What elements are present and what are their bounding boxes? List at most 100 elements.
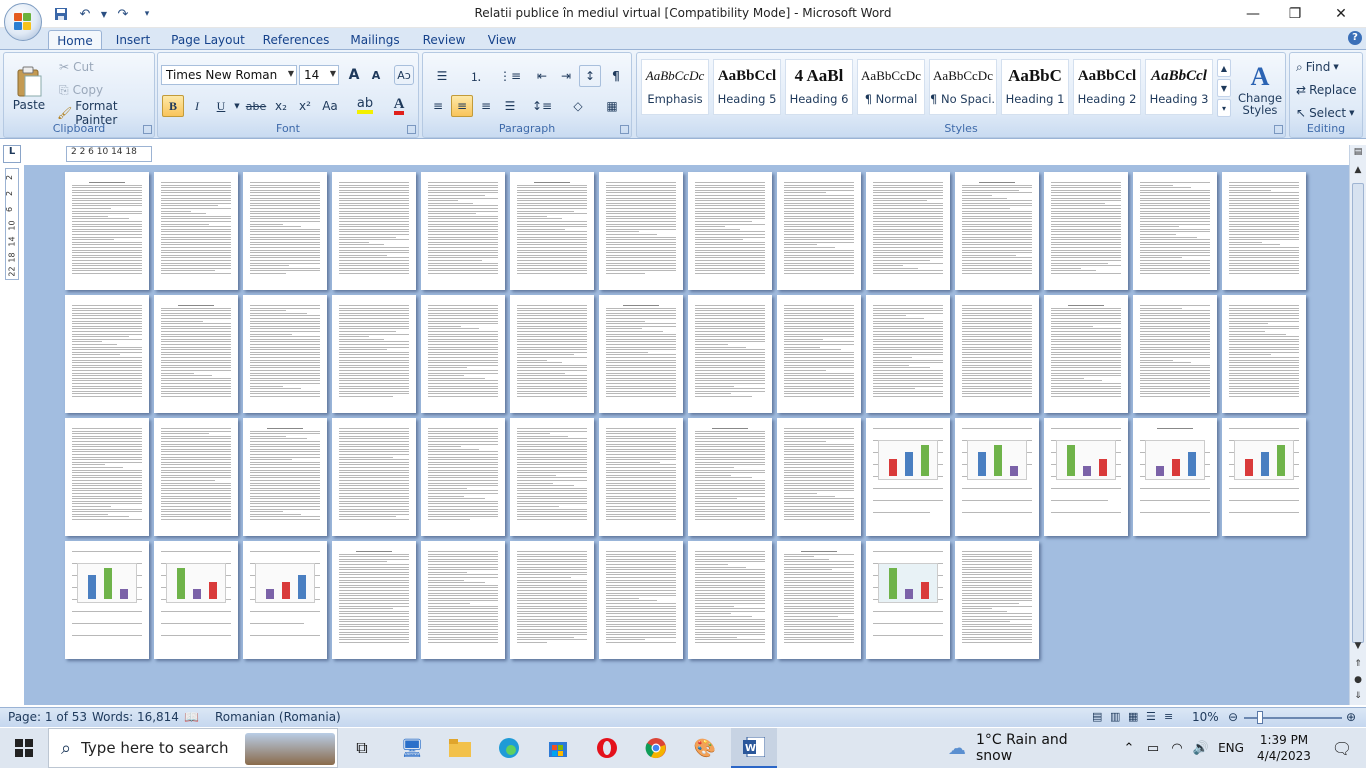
- style-heading-2[interactable]: AaBbCcl Heading 2: [1073, 59, 1141, 115]
- show-marks-icon[interactable]: ¶: [605, 65, 627, 87]
- tab-review[interactable]: Review: [418, 30, 470, 50]
- page-thumbnail[interactable]: [332, 172, 416, 290]
- page-thumbnail[interactable]: [777, 172, 861, 290]
- draft-icon[interactable]: ≡: [1164, 710, 1173, 723]
- tab-selector[interactable]: L: [3, 145, 21, 163]
- align-center-icon[interactable]: ≡: [451, 95, 473, 117]
- weather-icon[interactable]: ☁: [940, 728, 974, 768]
- page-thumbnail[interactable]: [243, 541, 327, 659]
- page-thumbnail[interactable]: [1222, 172, 1306, 290]
- page-thumbnail[interactable]: [777, 541, 861, 659]
- paste-button[interactable]: Paste: [8, 57, 50, 121]
- decrease-indent-icon[interactable]: ⇤: [531, 65, 553, 87]
- page-thumbnail[interactable]: [332, 418, 416, 536]
- copy-button[interactable]: ⎘ Copy: [54, 80, 108, 100]
- task-view-icon[interactable]: ⧉: [342, 728, 382, 768]
- page-thumbnail[interactable]: [421, 172, 505, 290]
- page-thumbnail[interactable]: [866, 418, 950, 536]
- scroll-down-icon[interactable]: ▼: [1351, 641, 1365, 655]
- page-thumbnail[interactable]: [1044, 172, 1128, 290]
- page-thumbnail[interactable]: [65, 541, 149, 659]
- vertical-scrollbar[interactable]: ▤ ▲ ▼ ⇑ ● ⇓: [1349, 145, 1366, 705]
- minimize-button[interactable]: —: [1230, 0, 1276, 28]
- strikethrough-button[interactable]: abe: [244, 95, 268, 117]
- tab-page-layout[interactable]: Page Layout: [168, 30, 248, 50]
- font-size-combo[interactable]: 14 ▼: [299, 65, 339, 85]
- web-layout-icon[interactable]: ▦: [1128, 710, 1138, 723]
- page-thumbnail[interactable]: [955, 295, 1039, 413]
- align-right-icon[interactable]: ≡: [475, 95, 497, 117]
- page-thumbnail[interactable]: [510, 295, 594, 413]
- page-thumbnail[interactable]: [154, 541, 238, 659]
- page-thumbnail[interactable]: [599, 541, 683, 659]
- page-thumbnail[interactable]: [777, 418, 861, 536]
- zoom-level[interactable]: 10%: [1192, 710, 1219, 724]
- page-thumbnail[interactable]: [1044, 295, 1128, 413]
- page-thumbnail[interactable]: [1133, 172, 1217, 290]
- styles-launcher-icon[interactable]: [1274, 125, 1283, 134]
- cut-button[interactable]: ✂ Cut: [54, 57, 99, 77]
- underline-button[interactable]: U: [210, 95, 232, 117]
- close-button[interactable]: ✕: [1318, 0, 1364, 28]
- full-screen-reading-icon[interactable]: ▥: [1110, 710, 1120, 723]
- find-button[interactable]: ⌕ Find ▼: [1293, 57, 1342, 77]
- next-page-icon[interactable]: ⇓: [1351, 691, 1365, 705]
- bold-button[interactable]: B: [162, 95, 184, 117]
- page-thumbnail[interactable]: [1222, 295, 1306, 413]
- page-thumbnail[interactable]: [332, 541, 416, 659]
- replace-button[interactable]: ⇄ Replace: [1293, 80, 1360, 100]
- page-thumbnail[interactable]: [510, 418, 594, 536]
- style-emphasis[interactable]: AaBbCcDc Emphasis: [641, 59, 709, 115]
- page-thumbnail[interactable]: [599, 172, 683, 290]
- font-color-icon[interactable]: A: [384, 95, 414, 117]
- chrome-icon[interactable]: [636, 728, 676, 768]
- shrink-font-button[interactable]: A: [366, 65, 386, 85]
- clipboard-launcher-icon[interactable]: [143, 125, 152, 134]
- style-heading-3[interactable]: AaBbCcl Heading 3: [1145, 59, 1213, 115]
- grow-font-button[interactable]: A: [344, 65, 364, 85]
- font-family-combo[interactable]: Times New Roman ▼: [161, 65, 297, 85]
- paragraph-launcher-icon[interactable]: [620, 125, 629, 134]
- horizontal-ruler[interactable]: 2 2 6 10 14 18: [66, 146, 152, 162]
- page-thumbnail[interactable]: [866, 172, 950, 290]
- page-thumbnail[interactable]: [955, 172, 1039, 290]
- page-thumbnail[interactable]: [1222, 418, 1306, 536]
- restore-button[interactable]: ❐: [1272, 0, 1318, 28]
- proofing-icon[interactable]: 📖: [184, 710, 199, 724]
- page-thumbnail[interactable]: [65, 172, 149, 290]
- scrollbar-thumb[interactable]: [1352, 183, 1364, 643]
- tab-mailings[interactable]: Mailings: [344, 30, 406, 50]
- multilevel-list-icon[interactable]: ⋮≡: [495, 65, 525, 87]
- word-count[interactable]: Words: 16,814: [92, 710, 179, 724]
- select-button[interactable]: ↖ Select ▼: [1293, 103, 1357, 123]
- help-icon[interactable]: ?: [1348, 31, 1362, 45]
- opera-icon[interactable]: [587, 728, 627, 768]
- page-thumbnail[interactable]: [688, 541, 772, 659]
- page-thumbnail[interactable]: [688, 172, 772, 290]
- numbering-icon[interactable]: ⒈: [461, 65, 491, 87]
- page-thumbnail[interactable]: [866, 541, 950, 659]
- ruler-toggle-icon[interactable]: ▤: [1351, 147, 1365, 161]
- increase-indent-icon[interactable]: ⇥: [555, 65, 577, 87]
- document-area[interactable]: [24, 165, 1349, 705]
- page-thumbnail[interactable]: [421, 418, 505, 536]
- gallery-scroll-down-icon[interactable]: ▼: [1217, 79, 1231, 97]
- tab-home[interactable]: Home: [48, 30, 102, 50]
- page-thumbnail[interactable]: [154, 418, 238, 536]
- italic-button[interactable]: I: [186, 95, 208, 117]
- change-styles-button[interactable]: A Change Styles: [1237, 57, 1283, 121]
- page-thumbnail[interactable]: [1044, 418, 1128, 536]
- page-thumbnail[interactable]: [599, 295, 683, 413]
- superscript-button[interactable]: x²: [294, 95, 316, 117]
- gallery-scroll-up-icon[interactable]: ▲: [1217, 59, 1231, 77]
- weather-text[interactable]: 1°C Rain and snow: [976, 728, 1106, 768]
- bullets-icon[interactable]: ☰: [427, 65, 457, 87]
- page-thumbnail[interactable]: [688, 295, 772, 413]
- edge-icon[interactable]: [489, 728, 529, 768]
- borders-icon[interactable]: ▦: [597, 95, 627, 117]
- page-thumbnail[interactable]: [154, 295, 238, 413]
- line-spacing-icon[interactable]: ↕≡: [527, 95, 557, 117]
- word-taskbar-icon[interactable]: W: [731, 728, 777, 768]
- store-icon[interactable]: [538, 728, 578, 768]
- tab-references[interactable]: References: [260, 30, 332, 50]
